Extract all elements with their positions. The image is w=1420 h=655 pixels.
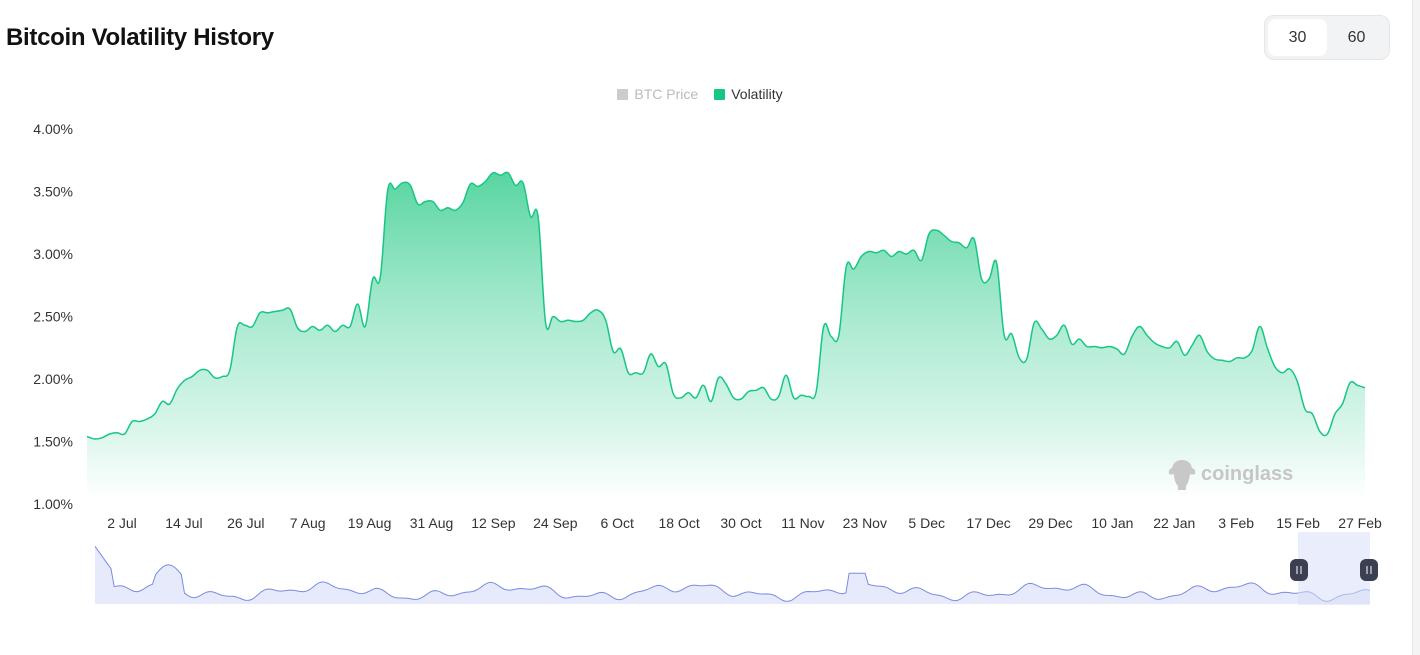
x-tick-label: 23 Nov: [843, 515, 887, 531]
zoom-navigator[interactable]: [94, 532, 1378, 605]
x-tick-label: 18 Oct: [658, 515, 699, 531]
x-tick-label: 14 Jul: [165, 515, 202, 531]
navigator-right-handle[interactable]: [1360, 559, 1378, 581]
x-tick-label: 10 Jan: [1091, 515, 1133, 531]
x-tick-label: 3 Feb: [1218, 515, 1254, 531]
volatility-area: [87, 172, 1365, 498]
y-tick-label: 3.00%: [33, 246, 73, 262]
x-tick-label: 29 Dec: [1028, 515, 1072, 531]
x-tick-label: 12 Sep: [471, 515, 516, 531]
x-tick-label: 15 Feb: [1276, 515, 1320, 531]
x-tick-label: 26 Jul: [227, 515, 264, 531]
x-tick-label: 5 Dec: [908, 515, 945, 531]
x-tick-label: 22 Jan: [1153, 515, 1195, 531]
x-tick-label: 31 Aug: [410, 515, 454, 531]
x-tick-label: 6 Oct: [600, 515, 634, 531]
x-tick-label: 19 Aug: [348, 515, 392, 531]
watermark-text: coinglass: [1201, 463, 1293, 485]
x-tick-label: 11 Nov: [781, 515, 824, 531]
y-tick-label: 4.00%: [33, 121, 73, 137]
y-tick-label: 3.50%: [33, 184, 73, 200]
x-tick-label: 2 Jul: [107, 515, 137, 531]
navigator-selected-range[interactable]: [1298, 532, 1370, 605]
x-tick-label: 30 Oct: [720, 515, 761, 531]
x-tick-label: 17 Dec: [966, 515, 1010, 531]
y-tick-label: 2.50%: [33, 309, 73, 325]
y-tick-label: 1.00%: [33, 496, 73, 512]
volatility-chart: 1.00% 1.50% 2.00% 2.50% 3.00% 3.50% 4.00% 2 Ju…: [33, 121, 1382, 605]
navigator-left-handle[interactable]: [1290, 559, 1308, 581]
page-scrollbar[interactable]: [1412, 0, 1420, 655]
x-tick-label: 7 Aug: [290, 515, 326, 531]
x-tick-label: 27 Feb: [1338, 515, 1382, 531]
y-tick-label: 1.50%: [33, 434, 73, 450]
x-tick-label: 24 Sep: [533, 515, 578, 531]
y-tick-label: 2.00%: [33, 371, 73, 387]
